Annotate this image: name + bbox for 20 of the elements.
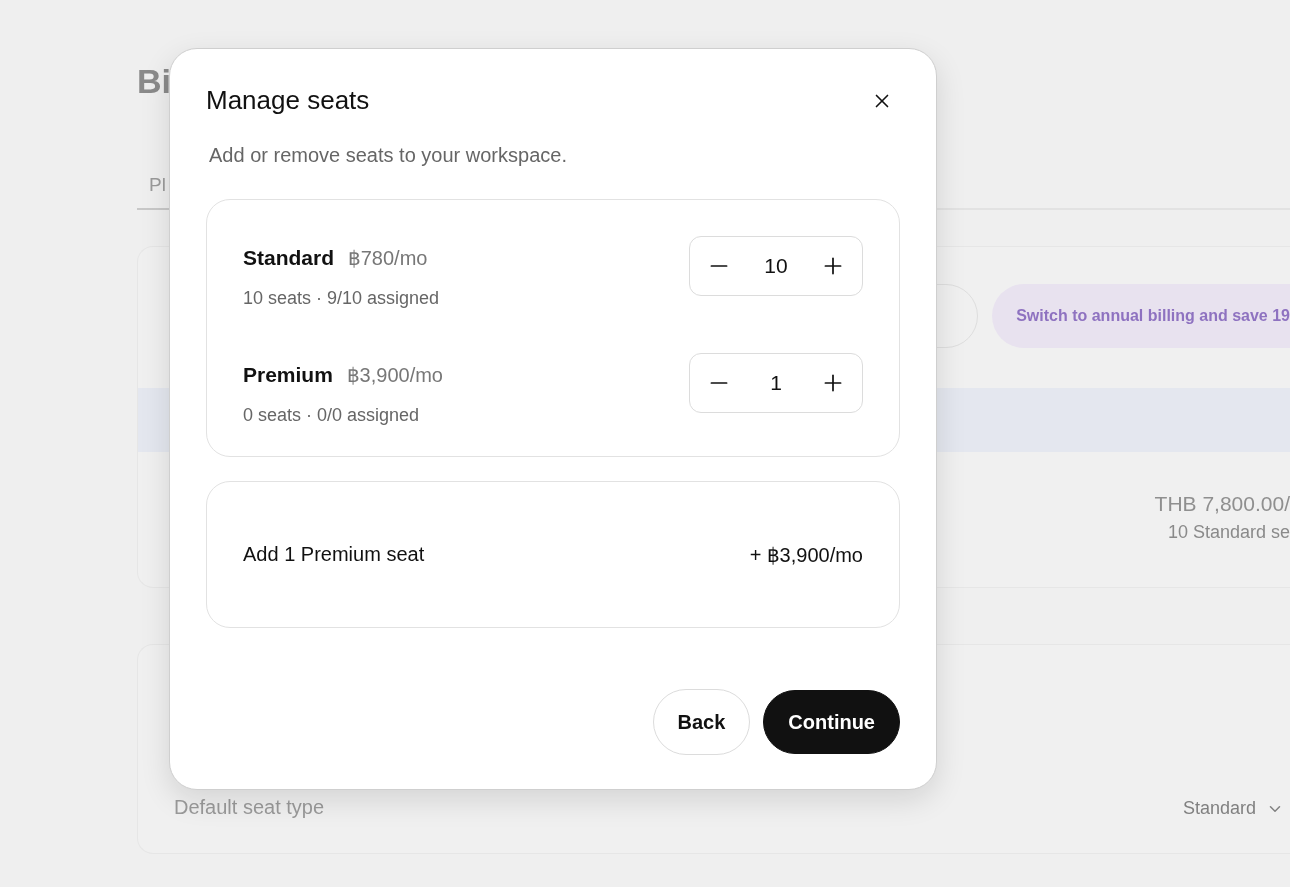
- seat-price: ฿780/mo: [348, 246, 428, 270]
- seat-details: 0 seats · 0/0 assigned: [243, 405, 421, 426]
- dialog-title: Manage seats: [206, 85, 370, 116]
- summary-label: Add 1 Premium seat: [243, 543, 425, 566]
- seat-count: 10: [764, 254, 788, 278]
- seat-name: Standard: [243, 246, 334, 270]
- seat-name: Premium: [243, 363, 333, 387]
- seat-details: 10 seats · 9/10 assigned: [243, 288, 440, 309]
- setting-label: Default seat type: [174, 796, 326, 819]
- promo-pill[interactable]: Switch to annual billing and save 19: [992, 284, 1290, 348]
- total-price: THB 7,800.00/: [1154, 492, 1290, 516]
- page-title: Bi: [137, 62, 171, 102]
- summary-amount: + ฿3,900/mo: [749, 542, 863, 567]
- continue-button[interactable]: Continue: [763, 690, 900, 754]
- seat-count: 1: [770, 371, 782, 395]
- total-note: 10 Standard se: [1167, 522, 1290, 543]
- dialog-subtitle: Add or remove seats to your workspace.: [208, 144, 568, 167]
- seat-price: ฿3,900/mo: [346, 363, 443, 387]
- setting-value[interactable]: Standard: [1182, 798, 1256, 819]
- back-button[interactable]: Back: [652, 689, 751, 755]
